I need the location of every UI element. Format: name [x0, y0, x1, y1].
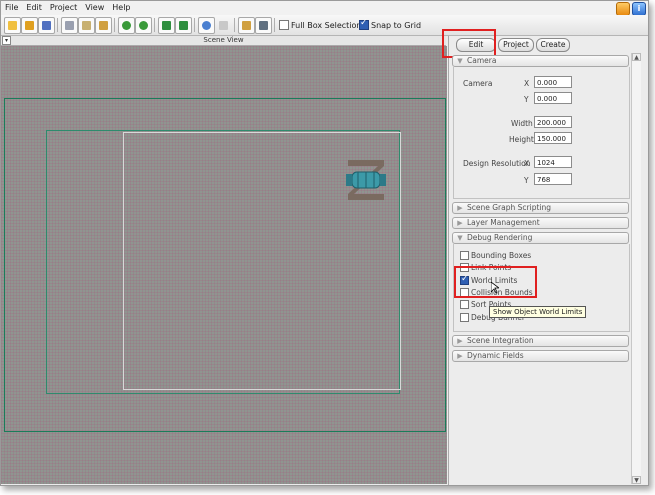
section-debug-title: Debug Rendering — [467, 233, 533, 242]
toolbar: Full Box Selection Snap to Grid — [1, 15, 648, 36]
scene-icon[interactable] — [158, 17, 175, 34]
highlight-edit-tab — [442, 29, 496, 58]
tab-project[interactable]: Project — [498, 38, 534, 52]
copy-icon[interactable] — [78, 17, 95, 34]
height-field[interactable]: 150.000 — [534, 132, 572, 144]
section-title: Scene Integration — [467, 336, 534, 345]
scene-view-title: Scene View — [203, 36, 244, 44]
paste-icon[interactable] — [95, 17, 112, 34]
camera-y-field[interactable]: 0.000 — [534, 92, 572, 104]
bounding-boxes-checkbox[interactable]: Bounding Boxes — [460, 251, 531, 260]
window-restore-icon[interactable] — [616, 2, 630, 16]
toolbar-separator — [57, 18, 58, 32]
collapsed-triangle-icon: ▶ — [457, 352, 463, 360]
collapsed-triangle-icon: ▶ — [457, 337, 463, 345]
checkbox-icon — [460, 300, 469, 309]
pointer-icon[interactable] — [215, 17, 232, 34]
width-label: Width — [511, 119, 533, 128]
section-title: Dynamic Fields — [467, 351, 524, 360]
play-icon[interactable] — [198, 17, 215, 34]
toolbar-separator — [114, 18, 115, 32]
resolution-x-field[interactable]: 1024 — [534, 156, 572, 168]
menu-help[interactable]: Help — [108, 1, 134, 15]
tab-create[interactable]: Create — [536, 38, 570, 52]
dropdown-icon[interactable]: ▾ — [2, 36, 11, 45]
new-icon[interactable] — [4, 17, 21, 34]
scroll-down-icon[interactable]: ▼ — [632, 476, 641, 484]
undo-icon[interactable] — [118, 17, 135, 34]
scene-canvas[interactable] — [1, 46, 447, 484]
snap-to-grid-label: Snap to Grid — [371, 20, 422, 30]
sprite-object-icon[interactable] — [344, 158, 388, 202]
checkbox-checked-icon — [359, 18, 369, 30]
save-icon[interactable] — [38, 17, 55, 34]
section-scene-graph-scripting[interactable]: ▶ Scene Graph Scripting — [452, 202, 629, 214]
window-buttons: i — [614, 2, 646, 16]
camera-label: Camera — [463, 79, 493, 88]
mouse-cursor-icon — [491, 282, 499, 294]
option-label: Bounding Boxes — [471, 251, 532, 260]
resolution-y-label: Y — [524, 176, 529, 185]
panel-scrollbar[interactable]: ▲ ▼ — [631, 53, 641, 484]
section-camera[interactable]: ▼ Camera — [452, 55, 629, 67]
height-label: Height — [509, 135, 534, 144]
redo-icon[interactable] — [135, 17, 152, 34]
scroll-up-icon[interactable]: ▲ — [632, 53, 641, 61]
toolbar-separator — [194, 18, 195, 32]
menu-project[interactable]: Project — [46, 1, 81, 15]
section-dynamic-fields[interactable]: ▶ Dynamic Fields — [452, 350, 629, 362]
app-window: File Edit Project View Help i Full Box Selec… — [0, 0, 649, 486]
full-box-selection-label: Full Box Selection — [291, 20, 362, 30]
info-icon[interactable]: i — [632, 2, 646, 16]
cut-icon[interactable] — [61, 17, 78, 34]
scene-view-header: ▾ Scene View — [1, 36, 446, 46]
menu-view[interactable]: View — [81, 1, 108, 15]
monitor-icon[interactable] — [255, 17, 272, 34]
collapsed-triangle-icon: ▶ — [457, 219, 463, 227]
checkbox-icon — [460, 313, 469, 322]
expanded-triangle-icon: ▼ — [457, 234, 463, 242]
world-limits-tooltip: Show Object World Limits — [489, 306, 587, 318]
open-icon[interactable] — [21, 17, 38, 34]
section-layer-management[interactable]: ▶ Layer Management — [452, 217, 629, 229]
width-field[interactable]: 200.000 — [534, 116, 572, 128]
section-title: Layer Management — [467, 218, 540, 227]
camera-x-field[interactable]: 0.000 — [534, 76, 572, 88]
snap-to-grid-checkbox[interactable]: Snap to Grid — [359, 18, 422, 30]
camera-x-label: X — [524, 79, 530, 88]
edit-icon[interactable] — [238, 17, 255, 34]
section-debug-rendering[interactable]: ▼ Debug Rendering — [452, 232, 629, 244]
toolbar-separator — [274, 18, 275, 32]
section-scene-integration[interactable]: ▶ Scene Integration — [452, 335, 629, 347]
menu-edit[interactable]: Edit — [22, 1, 46, 15]
collapsed-triangle-icon: ▶ — [457, 204, 463, 212]
section-title: Scene Graph Scripting — [467, 203, 551, 212]
design-resolution-label: Design Resolution — [463, 159, 531, 168]
camera-y-label: Y — [524, 95, 529, 104]
menu-bar: File Edit Project View Help i — [1, 1, 648, 16]
checkbox-icon — [279, 20, 289, 30]
resolution-x-label: X — [524, 159, 530, 168]
full-box-selection-checkbox[interactable]: Full Box Selection — [279, 20, 362, 30]
checkbox-icon — [460, 251, 469, 260]
toolbar-separator — [154, 18, 155, 32]
resolution-y-field[interactable]: 768 — [534, 173, 572, 185]
section-camera-title: Camera — [467, 56, 497, 65]
menu-file[interactable]: File — [1, 1, 22, 15]
layer-icon[interactable] — [175, 17, 192, 34]
toolbar-separator — [234, 18, 235, 32]
expanded-triangle-icon: ▼ — [457, 57, 463, 65]
